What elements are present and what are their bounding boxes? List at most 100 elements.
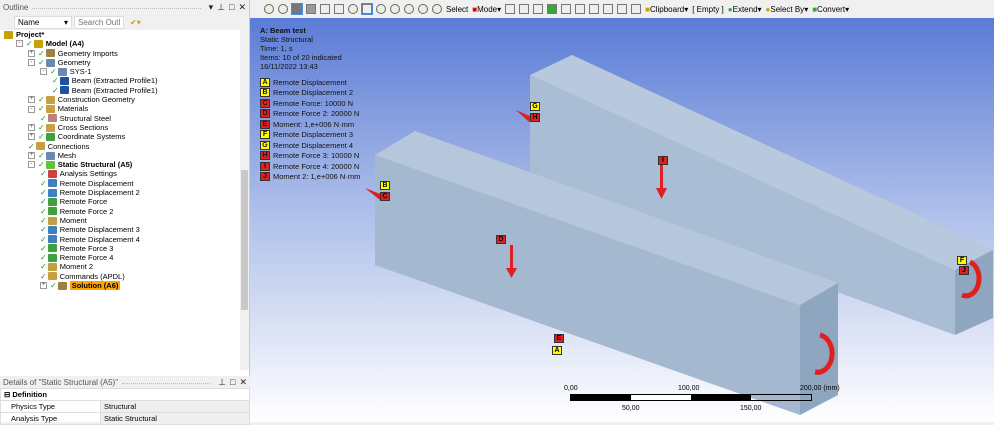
load-tag-d[interactable]: D bbox=[496, 235, 506, 244]
outline-scrollbar[interactable] bbox=[240, 30, 249, 370]
tree-item[interactable]: - ✓ Geometry bbox=[0, 58, 240, 67]
tree-item[interactable]: - ✓ SYS-1 bbox=[0, 67, 240, 76]
zoom-selection-icon[interactable] bbox=[404, 4, 414, 14]
load-tag-f[interactable]: F bbox=[957, 256, 967, 265]
tree-item[interactable]: - ✓ Model (A4) bbox=[0, 39, 240, 48]
select-face-icon[interactable] bbox=[533, 4, 544, 14]
load-tag-e[interactable]: E bbox=[554, 334, 564, 343]
load-tag-h[interactable]: H bbox=[530, 113, 540, 122]
tree-item[interactable]: ✓ Structural Steel bbox=[0, 114, 240, 123]
tree-item[interactable]: + ✓ Mesh bbox=[0, 151, 240, 160]
tree-node-icon bbox=[47, 272, 57, 281]
definition-section[interactable]: ⊟ Definition bbox=[0, 388, 250, 401]
expand-toggle-icon[interactable]: + bbox=[28, 96, 35, 104]
filter-chevron-icon[interactable]: ✔▾ bbox=[130, 18, 141, 27]
extend-button[interactable]: ●Extend▾ bbox=[728, 5, 762, 14]
expand-toggle-icon[interactable]: - bbox=[28, 59, 35, 67]
name-filter-select[interactable]: Name ▾ bbox=[14, 15, 72, 29]
expand-toggle-icon[interactable]: + bbox=[28, 152, 35, 159]
tree-item[interactable]: ✓ Remote Displacement 4 bbox=[0, 235, 240, 244]
mode-button[interactable]: ■Mode▾ bbox=[472, 5, 501, 14]
tree-item[interactable]: + ✓ Geometry Imports bbox=[0, 49, 240, 58]
tree-item[interactable]: ✓ Remote Force 3 bbox=[0, 244, 240, 253]
tree-item[interactable]: ✓ Beam (Extracted Profile1) bbox=[0, 76, 240, 85]
expand-toggle-icon[interactable]: + bbox=[40, 282, 47, 290]
select-mesh-icon[interactable] bbox=[589, 4, 600, 14]
tree-item[interactable]: ✓ Remote Force 2 bbox=[0, 207, 240, 216]
load-tag-j[interactable]: J bbox=[959, 266, 969, 275]
status-check-icon: ✓ bbox=[38, 104, 45, 114]
select-element-face-icon[interactable] bbox=[603, 4, 614, 14]
zoom-box-icon[interactable] bbox=[376, 4, 386, 14]
status-check-icon: ✓ bbox=[38, 122, 45, 132]
load-tag-i[interactable]: I bbox=[658, 156, 668, 165]
tree-item[interactable]: - ✓ Materials bbox=[0, 104, 240, 113]
magnifier-icon[interactable] bbox=[418, 4, 428, 14]
solid-view-icon[interactable] bbox=[291, 3, 303, 15]
expand-toggle-icon[interactable]: - bbox=[16, 40, 23, 48]
rotate-icon[interactable] bbox=[348, 4, 358, 14]
graphics-options-icon[interactable] bbox=[320, 4, 330, 14]
tree-item[interactable]: ✓ Connections bbox=[0, 142, 240, 151]
select-node-icon[interactable] bbox=[561, 4, 572, 14]
close-icon[interactable]: ✕ bbox=[239, 377, 247, 388]
expand-toggle-icon[interactable]: + bbox=[28, 49, 35, 57]
detail-value[interactable]: Structural bbox=[100, 400, 250, 413]
search-outline-input[interactable] bbox=[74, 15, 124, 29]
tree-item[interactable]: ✓ Commands (APDL) bbox=[0, 272, 240, 281]
zoom-previous-icon[interactable] bbox=[432, 4, 442, 14]
select-edge-icon[interactable] bbox=[519, 4, 530, 14]
tree-item-label: Moment 2 bbox=[59, 262, 94, 272]
expand-toggle-icon[interactable]: - bbox=[28, 161, 35, 169]
tree-item[interactable]: + ✓ Coordinate Systems bbox=[0, 132, 240, 141]
load-tag-c[interactable]: C bbox=[380, 192, 390, 201]
select-button[interactable]: Select bbox=[446, 5, 468, 14]
tree-item[interactable]: ✓ Remote Displacement 3 bbox=[0, 225, 240, 234]
annotation-icon[interactable] bbox=[617, 4, 628, 14]
pin-icon[interactable]: ⊥ bbox=[218, 377, 226, 388]
convert-button[interactable]: ■Convert▾ bbox=[812, 5, 849, 14]
expand-toggle-icon[interactable]: + bbox=[28, 124, 35, 132]
expand-toggle-icon[interactable]: + bbox=[28, 133, 35, 141]
graphics-viewport[interactable]: A: Beam test Static Structural Time: 1, … bbox=[250, 18, 994, 422]
tree-item[interactable]: - ✓ Static Structural (A5) bbox=[0, 160, 240, 169]
tree-item[interactable]: ✓ Remote Displacement bbox=[0, 179, 240, 188]
tree-item[interactable]: Project* bbox=[0, 30, 240, 39]
select-by-button[interactable]: ●Select By▾ bbox=[766, 5, 809, 14]
zoom-fit-icon[interactable] bbox=[390, 4, 400, 14]
wireframe-icon[interactable] bbox=[306, 4, 316, 14]
tree-item[interactable]: + ✓ Solution (A6) bbox=[0, 281, 240, 291]
close-icon[interactable]: ✕ bbox=[238, 2, 246, 13]
tree-item[interactable]: ✓ Remote Displacement 2 bbox=[0, 188, 240, 197]
expand-toggle-icon[interactable]: - bbox=[28, 105, 35, 113]
status-check-icon: ✓ bbox=[38, 150, 45, 160]
select-vertex-icon[interactable] bbox=[505, 4, 516, 14]
tree-item[interactable]: ✓ Beam (Extracted Profile1) bbox=[0, 86, 240, 95]
legend-marker: G bbox=[260, 140, 270, 150]
load-tag-g[interactable]: G bbox=[530, 102, 540, 111]
zoom-out-icon[interactable] bbox=[278, 4, 288, 14]
tree-item[interactable]: + ✓ Cross Sections bbox=[0, 123, 240, 132]
expand-toggle-icon[interactable]: - bbox=[40, 68, 47, 76]
clipboard-button[interactable]: ■Clipboard▾ bbox=[645, 5, 688, 14]
tree-item[interactable]: ✓ Analysis Settings bbox=[0, 169, 240, 178]
section-icon[interactable] bbox=[334, 4, 344, 14]
pin-icon[interactable]: ⊥ bbox=[217, 2, 225, 13]
filter-icon[interactable] bbox=[631, 4, 642, 14]
tree-item[interactable]: ✓ Moment bbox=[0, 216, 240, 225]
load-tag-b[interactable]: B bbox=[380, 181, 390, 190]
maximize-icon[interactable]: □ bbox=[229, 2, 234, 12]
tree-item[interactable]: + ✓ Construction Geometry bbox=[0, 95, 240, 104]
dropdown-icon[interactable]: ▾ bbox=[209, 2, 214, 13]
tree-item[interactable]: ✓ Moment 2 bbox=[0, 262, 240, 271]
pan-icon[interactable] bbox=[361, 3, 373, 15]
tree-item[interactable]: ✓ Remote Force 4 bbox=[0, 253, 240, 262]
load-tag-a[interactable]: A bbox=[552, 346, 562, 355]
detail-value[interactable]: Static Structural bbox=[100, 412, 250, 425]
tree-item-label: Remote Force 3 bbox=[59, 243, 114, 253]
maximize-icon[interactable]: □ bbox=[230, 377, 235, 387]
zoom-in-icon[interactable] bbox=[264, 4, 274, 14]
select-body-icon[interactable] bbox=[547, 4, 558, 14]
select-element-icon[interactable] bbox=[575, 4, 586, 14]
tree-item[interactable]: ✓ Remote Force bbox=[0, 197, 240, 206]
